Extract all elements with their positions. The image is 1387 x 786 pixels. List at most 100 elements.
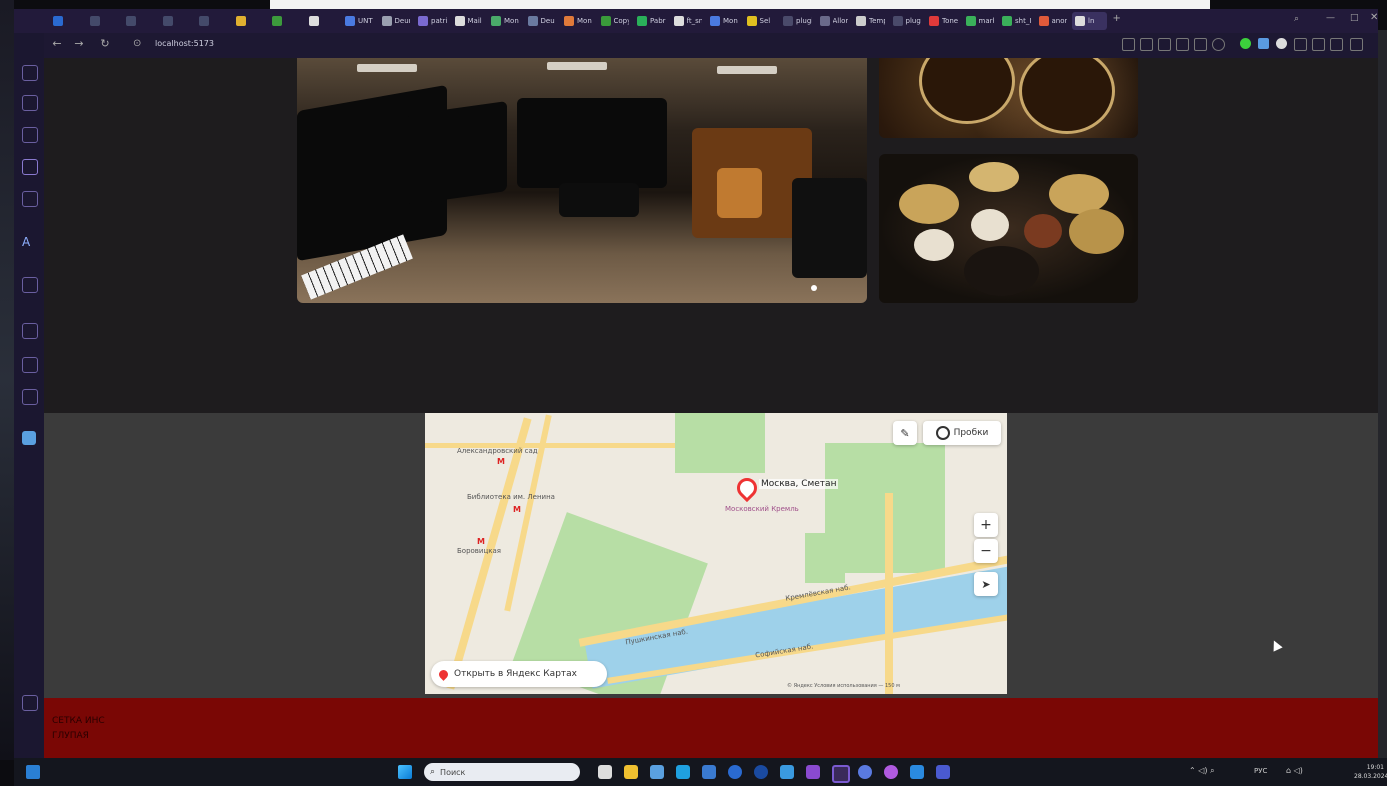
url-field[interactable]: localhost:5173 (155, 39, 214, 48)
discord-icon[interactable] (858, 765, 872, 779)
extensions-puzzle-icon[interactable] (1294, 38, 1307, 51)
sidebar-app-icon[interactable] (22, 159, 38, 175)
start-button[interactable] (398, 765, 412, 779)
reader-icon[interactable] (1158, 38, 1171, 51)
browser-tab[interactable]: Mon (488, 12, 523, 30)
mail-icon[interactable] (702, 765, 716, 779)
browser-tab[interactable]: Pabr (634, 12, 669, 30)
sidebar-clock-icon[interactable] (22, 323, 38, 339)
translate-icon[interactable] (1140, 38, 1153, 51)
language-indicator[interactable]: РУС (1254, 767, 1267, 775)
browser-tab[interactable]: mark (963, 12, 998, 30)
browser-tab[interactable]: UNT (342, 12, 377, 30)
ruler-icon[interactable]: ✎ (893, 421, 917, 445)
extension-white-icon[interactable] (1276, 38, 1287, 49)
browser-tab[interactable] (50, 12, 85, 30)
map-copyright[interactable]: © Яндекс Условия использования — 150 м (787, 683, 900, 689)
browser-tab[interactable] (233, 12, 268, 30)
browser-tab[interactable] (196, 12, 231, 30)
forward-icon[interactable]: → (72, 37, 86, 50)
tab-favicon-icon (746, 16, 757, 26)
browser-tab[interactable]: anon (1036, 12, 1071, 30)
sidebar-notes-icon[interactable] (22, 191, 38, 207)
browser-tab[interactable]: Copy (598, 12, 633, 30)
traffic-button[interactable]: Пробки (923, 421, 1001, 445)
browser-tab[interactable]: Toner (926, 12, 961, 30)
browser-tab[interactable] (160, 12, 195, 30)
vpn-icon[interactable] (1212, 38, 1225, 51)
network-volume-icon[interactable]: ⌂ ◁) (1286, 766, 1303, 775)
browser-tab[interactable]: patri (415, 12, 450, 30)
browser-tab[interactable]: Allor (817, 12, 852, 30)
python-icon[interactable] (780, 765, 794, 779)
browser-tab[interactable]: sht_I (999, 12, 1034, 30)
browser-tab[interactable]: ft_sn (671, 12, 706, 30)
browser-tab[interactable]: Temp (853, 12, 888, 30)
zoom-icon[interactable] (1122, 38, 1135, 51)
sidebar-home-icon[interactable] (22, 127, 38, 143)
extension-blue-icon[interactable] (1258, 38, 1269, 49)
tray-icons[interactable]: ⌃ ◁) ⌕ (1189, 766, 1215, 776)
minimize-icon[interactable]: — (1326, 13, 1335, 23)
clock[interactable]: 19:01 28.03.2024 (1354, 763, 1387, 781)
app-icon[interactable] (754, 765, 768, 779)
browser-tab[interactable]: Sel (744, 12, 779, 30)
file-explorer-icon[interactable] (624, 765, 638, 779)
sidebar-cube-icon[interactable] (22, 357, 38, 373)
download-icon[interactable] (1330, 38, 1343, 51)
widgets-icon[interactable] (26, 765, 40, 779)
sidebar-settings-icon[interactable] (22, 389, 38, 405)
menu-icon[interactable] (1350, 38, 1363, 51)
yandex-map[interactable]: M M M Александровский сад Библиотека им.… (425, 413, 1007, 694)
edge-icon[interactable] (676, 765, 690, 779)
search-tabs-icon[interactable]: ⌕ (1294, 14, 1299, 24)
sidebar-history-icon[interactable] (22, 95, 38, 111)
guitars-image[interactable] (879, 58, 1138, 138)
maximize-icon[interactable]: □ (1350, 13, 1359, 23)
sidebar-panel-icon[interactable] (22, 431, 36, 445)
map-marker-icon[interactable] (732, 473, 762, 503)
browser-tab[interactable]: Deun (379, 12, 414, 30)
browser-tab[interactable]: plugi (890, 12, 925, 30)
browser-tab[interactable]: Mail (452, 12, 487, 30)
browser-tab[interactable]: Mon (707, 12, 742, 30)
sidebar-tabs-icon[interactable] (22, 65, 38, 81)
reload-icon[interactable]: ↻ (98, 37, 112, 50)
zoom-out-button[interactable]: − (974, 539, 998, 563)
drums-image[interactable] (879, 154, 1138, 303)
task-view-icon[interactable] (598, 765, 612, 779)
carousel-dot[interactable] (811, 285, 817, 291)
hero-carousel-image[interactable] (297, 58, 867, 303)
visual-studio-icon[interactable] (806, 765, 820, 779)
extension-green-icon[interactable] (1240, 38, 1251, 49)
new-tab-icon[interactable]: + (1113, 13, 1121, 24)
vscode-icon[interactable] (910, 765, 924, 779)
sidebar-bookmark-icon[interactable] (22, 277, 38, 293)
app-blue-icon[interactable] (936, 765, 950, 779)
play-icon[interactable] (1194, 38, 1207, 51)
zoom-in-button[interactable]: + (974, 513, 998, 537)
browser-tab[interactable]: Mon (561, 12, 596, 30)
browser-tab[interactable]: ln (1072, 12, 1107, 30)
store-icon[interactable] (650, 765, 664, 779)
tab-label: anon (1051, 17, 1068, 25)
browser-tab[interactable]: plugi (780, 12, 815, 30)
close-window-icon[interactable]: ✕ (1370, 12, 1378, 23)
taskbar-search[interactable]: ⌕ Поиск (424, 763, 580, 781)
site-info-icon[interactable]: ⊙ (133, 38, 145, 50)
screenshot-icon[interactable] (1176, 38, 1189, 51)
profile-icon[interactable] (1312, 38, 1325, 51)
browser-tab[interactable] (306, 12, 341, 30)
app-purple-icon[interactable] (884, 765, 898, 779)
back-icon[interactable]: ← (50, 37, 64, 50)
browser-tab[interactable] (269, 12, 304, 30)
sidebar-bottom-icon[interactable] (22, 695, 38, 711)
sidebar-a-icon[interactable]: A (22, 235, 36, 249)
telegram-icon[interactable] (728, 765, 742, 779)
geolocation-icon[interactable]: ➤ (974, 572, 998, 596)
open-in-yandex-maps-button[interactable]: Открыть в Яндекс Картах (431, 661, 607, 687)
browser-taskbar-icon[interactable] (832, 765, 850, 783)
browser-tab[interactable] (87, 12, 122, 30)
browser-tab[interactable]: Deu (525, 12, 560, 30)
browser-tab[interactable] (123, 12, 158, 30)
